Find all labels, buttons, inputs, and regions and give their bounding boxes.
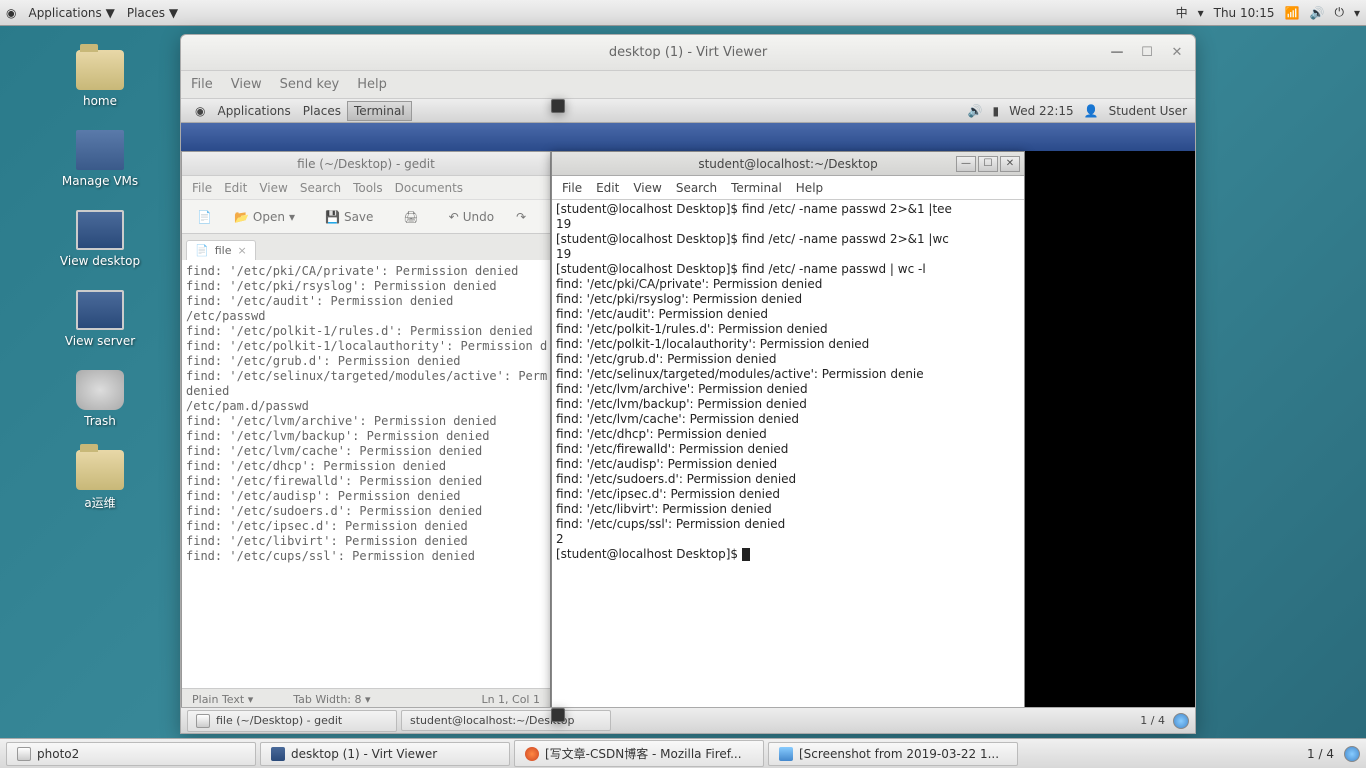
term-minimize-button[interactable]: — (956, 156, 976, 172)
vm-user-menu[interactable]: Student User (1109, 104, 1187, 118)
gedit-menu-view[interactable]: View (259, 181, 287, 195)
virt-titlebar[interactable]: desktop (1) - Virt Viewer — ☐ ✕ (181, 35, 1195, 71)
image-icon (17, 747, 31, 761)
vm-gnome-logo-icon: ◉ (189, 102, 211, 120)
screenshot-icon (779, 747, 793, 761)
terminal-window: student@localhost:~/Desktop — ☐ ✕ File E… (551, 151, 1025, 711)
vm-nautilus-bar (181, 123, 1195, 151)
vm-body: file (~/Desktop) - gedit File Edit View … (181, 151, 1195, 733)
terminal-icon (551, 99, 565, 113)
workspace-switcher[interactable] (1344, 746, 1360, 762)
gedit-tab-file[interactable]: 📄file × (186, 240, 256, 260)
vm-volume-icon[interactable]: 🔊 (968, 104, 983, 118)
virt-menubar: File View Send key Help (181, 71, 1195, 99)
menu-sendkey[interactable]: Send key (280, 77, 340, 92)
gedit-menu-documents[interactable]: Documents (395, 181, 463, 195)
close-button[interactable]: ✕ (1169, 45, 1185, 61)
virt-title: desktop (1) - Virt Viewer (609, 45, 767, 60)
firefox-icon (525, 747, 539, 761)
undo-button[interactable]: ↶ Undo (442, 205, 501, 229)
gedit-menu-file[interactable]: File (192, 181, 212, 195)
desktop-icon-home[interactable]: home (40, 50, 160, 108)
virt-content: ◉ Applications Places Terminal 🔊 ▮ Wed 2… (181, 99, 1195, 733)
term-menu-file[interactable]: File (562, 181, 582, 195)
task-photo2[interactable]: photo2 (6, 742, 256, 766)
term-menu-edit[interactable]: Edit (596, 181, 619, 195)
cursor-icon (742, 548, 750, 561)
gedit-window: file (~/Desktop) - gedit File Edit View … (181, 151, 551, 711)
virt-viewer-window: desktop (1) - Virt Viewer — ☐ ✕ File Vie… (180, 34, 1196, 734)
vm-terminal-launcher[interactable]: Terminal (347, 101, 412, 121)
terminal-menubar: File Edit View Search Terminal Help (552, 176, 1024, 200)
task-screenshot[interactable]: [Screenshot from 2019-03-22 1... (768, 742, 1018, 766)
desktop-icon-ops[interactable]: a运维 (40, 450, 160, 511)
tab-close-icon[interactable]: × (237, 244, 246, 257)
power-icon[interactable]: ⏻ (1334, 5, 1344, 20)
ime-indicator[interactable]: 中 (1176, 4, 1188, 21)
volume-icon[interactable]: 🔊 (1310, 6, 1325, 20)
desktop-icon-trash[interactable]: Trash (40, 370, 160, 428)
desktop-icons: home Manage VMs View desktop View server… (40, 50, 160, 533)
vm-places-menu[interactable]: Places (297, 102, 347, 120)
gedit-text-area[interactable]: find: '/etc/pki/CA/private': Permission … (182, 260, 550, 688)
vm-task-gedit[interactable]: file (~/Desktop) - gedit (187, 710, 397, 732)
term-menu-help[interactable]: Help (796, 181, 823, 195)
term-menu-search[interactable]: Search (676, 181, 717, 195)
gedit-menu-search[interactable]: Search (300, 181, 341, 195)
gedit-menubar: File Edit View Search Tools Documents (182, 176, 550, 200)
vm-battery-icon[interactable]: ▮ (992, 104, 999, 118)
places-menu[interactable]: Places ▼ (127, 6, 178, 20)
workspace-label: 1 / 4 (1307, 747, 1334, 761)
lang-selector[interactable]: Plain Text ▾ (192, 693, 253, 706)
screen-icon (271, 747, 285, 761)
desktop-icon-view-desktop[interactable]: View desktop (40, 210, 160, 268)
file-icon: 📄 (195, 244, 209, 257)
minimize-button[interactable]: — (1109, 45, 1125, 61)
task-virt-viewer[interactable]: desktop (1) - Virt Viewer (260, 742, 510, 766)
terminal-body[interactable]: [student@localhost Desktop]$ find /etc/ … (552, 200, 1024, 710)
print-button[interactable]: 🖨 (396, 205, 425, 229)
vm-user-icon: 👤 (1084, 104, 1099, 118)
redo-button[interactable]: ↷ (509, 205, 533, 229)
vm-topbar: ◉ Applications Places Terminal 🔊 ▮ Wed 2… (181, 99, 1195, 123)
open-button[interactable]: 📂 Open ▾ (227, 205, 302, 229)
menu-view[interactable]: View (231, 77, 262, 92)
term-menu-view[interactable]: View (633, 181, 661, 195)
new-doc-button[interactable]: 📄 (190, 205, 219, 229)
vm-task-terminal[interactable]: student@localhost:~/Desktop (401, 710, 611, 731)
tabwidth-selector[interactable]: Tab Width: 8 ▾ (293, 693, 370, 706)
gedit-menu-edit[interactable]: Edit (224, 181, 247, 195)
doc-icon (196, 714, 210, 728)
task-firefox[interactable]: [写文章-CSDN博客 - Mozilla Firef... (514, 740, 764, 767)
vm-workspace-switcher[interactable] (1173, 713, 1189, 729)
menu-help[interactable]: Help (357, 77, 387, 92)
vm-clock[interactable]: Wed 22:15 (1009, 104, 1074, 118)
applications-menu[interactable]: Applications ▼ (28, 6, 114, 20)
terminal-titlebar[interactable]: student@localhost:~/Desktop — ☐ ✕ (552, 152, 1024, 176)
network-icon[interactable]: 📶 (1285, 6, 1300, 20)
gedit-tabs: 📄file × (182, 234, 550, 260)
gedit-menu-tools[interactable]: Tools (353, 181, 383, 195)
menu-file[interactable]: File (191, 77, 213, 92)
term-menu-terminal[interactable]: Terminal (731, 181, 782, 195)
vm-taskbar: file (~/Desktop) - gedit student@localho… (181, 707, 1195, 733)
gnome-logo-icon: ◉ (6, 6, 16, 20)
gedit-toolbar: 📄 📂 Open ▾ 💾 Save 🖨 ↶ Undo ↷ ✂ (182, 200, 550, 234)
desktop-icon-manage-vms[interactable]: Manage VMs (40, 130, 160, 188)
outer-taskbar: photo2 desktop (1) - Virt Viewer [写文章-CS… (0, 738, 1366, 768)
term-icon (551, 710, 565, 722)
vm-applications-menu[interactable]: Applications (211, 102, 296, 120)
term-maximize-button[interactable]: ☐ (978, 156, 998, 172)
outer-topbar: ◉ Applications ▼ Places ▼ 中 ▾ Thu 10:15 … (0, 0, 1366, 26)
gedit-titlebar[interactable]: file (~/Desktop) - gedit (182, 152, 550, 176)
cursor-position: Ln 1, Col 1 (481, 693, 540, 706)
clock[interactable]: Thu 10:15 (1214, 6, 1275, 20)
save-button[interactable]: 💾 Save (318, 205, 380, 229)
maximize-button[interactable]: ☐ (1139, 45, 1155, 61)
desktop-icon-view-server[interactable]: View server (40, 290, 160, 348)
term-close-button[interactable]: ✕ (1000, 156, 1020, 172)
vm-workspace-label: 1 / 4 (1140, 714, 1165, 727)
